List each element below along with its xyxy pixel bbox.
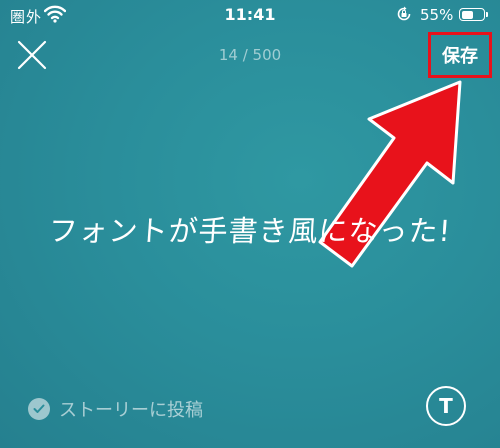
font-style-button[interactable]: T [426,386,466,426]
battery-tip [486,12,488,17]
post-to-story-toggle[interactable]: ストーリーに投稿 [28,396,203,422]
rotation-lock-icon [396,6,412,26]
battery-percent: 55% [420,6,454,24]
text-style-icon: T [439,394,453,418]
save-button-label: 保存 [442,46,478,67]
status-bar: 圏外 11:41 55% [0,0,500,30]
character-counter: 14 / 500 [218,46,282,64]
save-button[interactable]: 保存 [428,32,492,78]
check-icon [28,398,50,420]
story-text[interactable]: フォントが手書き風になった! [0,208,500,250]
battery-icon [459,8,485,21]
post-to-story-label: ストーリーに投稿 [59,400,203,421]
battery-fill [461,10,473,19]
